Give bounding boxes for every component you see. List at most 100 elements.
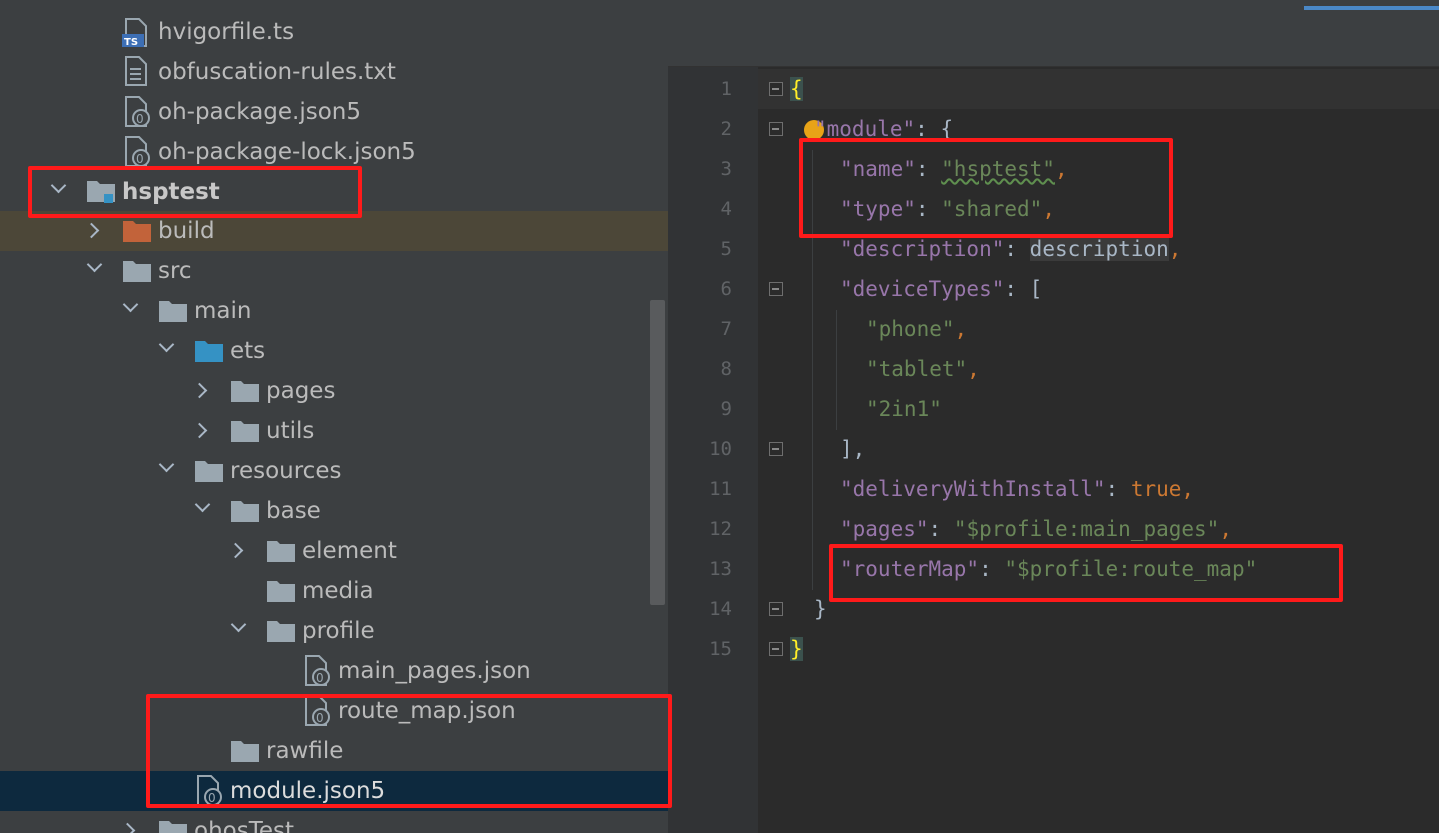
chevron-down-icon[interactable] — [194, 496, 211, 513]
chevron-down-icon[interactable] — [86, 256, 103, 273]
tree-item-pages[interactable]: pages — [0, 371, 668, 411]
line-number: 12 — [709, 518, 732, 540]
tree-item-ohostest[interactable]: ohosTest — [0, 811, 668, 833]
code-line-15: } — [790, 629, 803, 669]
tree-item-label: build — [158, 218, 215, 244]
code-line-11: "deliveryWithInstall": true, — [840, 469, 1194, 509]
json-punctuation: , — [1181, 477, 1195, 501]
tree-item-label: utils — [266, 418, 315, 444]
tree-item-label: ohosTest — [194, 818, 294, 833]
fold-marker-icon[interactable] — [769, 282, 783, 296]
fold-marker-icon[interactable] — [769, 442, 783, 456]
chevron-down-icon[interactable] — [158, 456, 175, 473]
code-line-14: } — [814, 589, 827, 629]
tree-scrollbar[interactable] — [650, 300, 665, 605]
current-line-highlight — [758, 69, 1439, 109]
code-line-1: { — [790, 69, 803, 109]
json-punctuation: , — [967, 357, 980, 381]
tree-item-base[interactable]: base — [0, 491, 668, 531]
tree-item-profile[interactable]: profile — [0, 611, 668, 651]
ts-file-icon: TS — [122, 18, 147, 48]
folder-icon — [159, 821, 187, 833]
tree-item-label: profile — [302, 618, 375, 644]
svg-text:TS: TS — [124, 37, 138, 48]
line-number: 11 — [709, 478, 732, 500]
tree-item-media[interactable]: media — [0, 571, 668, 611]
line-number: 7 — [720, 318, 732, 340]
tree-item-label: ets — [230, 338, 266, 364]
line-number: 4 — [720, 198, 732, 220]
line-number-gutter: 1 2 3 4 5 6 7 8 9 10 11 12 13 14 15 — [668, 67, 758, 833]
json5-file-icon: 0 — [125, 96, 150, 127]
line-number: 14 — [709, 598, 732, 620]
svg-text:0: 0 — [316, 671, 324, 685]
fold-marker-icon[interactable] — [769, 122, 783, 136]
source-folder-icon — [195, 341, 223, 362]
json-string: "2in1" — [866, 397, 942, 421]
code-line-8: "tablet", — [866, 349, 980, 389]
tree-item-label: oh-package.json5 — [158, 99, 362, 125]
json5-file-icon: 0 — [125, 136, 150, 167]
fold-marker-icon[interactable] — [769, 82, 783, 96]
json-file-icon: 0 — [305, 655, 330, 686]
tree-item-hvigorfile[interactable]: TS hvigorfile.ts — [0, 12, 668, 52]
tree-item-label: base — [266, 498, 321, 524]
tree-item-main[interactable]: main — [0, 291, 668, 331]
json-punctuation: : — [1105, 477, 1131, 501]
line-number: 9 — [720, 398, 732, 420]
tree-item-resources[interactable]: resources — [0, 451, 668, 491]
line-number: 3 — [720, 158, 732, 180]
tree-item-label: hvigorfile.ts — [158, 19, 295, 45]
svg-text:0: 0 — [136, 152, 144, 166]
line-number: 5 — [720, 238, 732, 260]
code-editor[interactable]: 1 2 3 4 5 6 7 8 9 10 11 12 13 14 15 { "m… — [668, 0, 1439, 833]
chevron-right-icon[interactable] — [227, 542, 244, 559]
json-key: "pages" — [840, 517, 929, 541]
json-key: "deviceTypes" — [840, 277, 1005, 301]
tree-item-oh-package[interactable]: 0 oh-package.json5 — [0, 92, 668, 132]
chevron-right-icon[interactable] — [191, 382, 208, 399]
line-number: 13 — [709, 558, 732, 580]
tree-item-ets[interactable]: ets — [0, 331, 668, 371]
tree-item-main-pages-json[interactable]: 0 main_pages.json — [0, 651, 668, 691]
tree-item-label: obfuscation-rules.txt — [158, 59, 396, 85]
json-string: "tablet" — [866, 357, 968, 381]
chevron-down-icon[interactable] — [158, 336, 175, 353]
json-identifier: description — [1029, 237, 1169, 261]
folder-icon — [195, 461, 223, 482]
chevron-right-icon[interactable] — [119, 822, 136, 833]
fold-marker-icon[interactable] — [769, 602, 783, 616]
line-number: 6 — [720, 278, 732, 300]
tree-item-label: element — [302, 538, 397, 564]
json-punctuation: } — [814, 597, 827, 621]
json-punctuation: , — [1168, 237, 1182, 261]
json-string: "$profile:main_pages" — [953, 517, 1220, 541]
code-line-6: "deviceTypes": [ — [840, 269, 1042, 309]
folder-icon — [231, 501, 259, 522]
code-line-12: "pages": "$profile:main_pages", — [840, 509, 1232, 549]
json-key: "deliveryWithInstall" — [840, 477, 1106, 501]
folder-icon — [231, 381, 259, 402]
fold-marker-icon[interactable] — [769, 642, 783, 656]
folder-icon — [267, 581, 295, 602]
tree-item-utils[interactable]: utils — [0, 411, 668, 451]
code-line-9: "2in1" — [866, 389, 942, 429]
svg-text:0: 0 — [136, 112, 144, 126]
tree-item-src[interactable]: src — [0, 251, 668, 291]
editor-tab-bar — [668, 0, 1439, 67]
tree-item-element[interactable]: element — [0, 531, 668, 571]
line-number: 8 — [720, 358, 732, 380]
chevron-right-icon[interactable] — [83, 222, 100, 239]
tree-item-label: oh-package-lock.json5 — [158, 139, 416, 165]
indent-guide — [836, 310, 837, 430]
folder-icon — [267, 541, 295, 562]
tree-item-obfuscation-rules[interactable]: obfuscation-rules.txt — [0, 52, 668, 92]
chevron-right-icon[interactable] — [191, 422, 208, 439]
json-key: "description" — [840, 237, 1005, 261]
chevron-down-icon[interactable] — [122, 296, 139, 313]
annotation-box-router-map — [829, 544, 1343, 602]
chevron-down-icon[interactable] — [230, 616, 247, 633]
json-punctuation: : — [1004, 237, 1030, 261]
json-punctuation: ], — [840, 437, 866, 461]
json-punctuation: : [ — [1004, 277, 1043, 301]
